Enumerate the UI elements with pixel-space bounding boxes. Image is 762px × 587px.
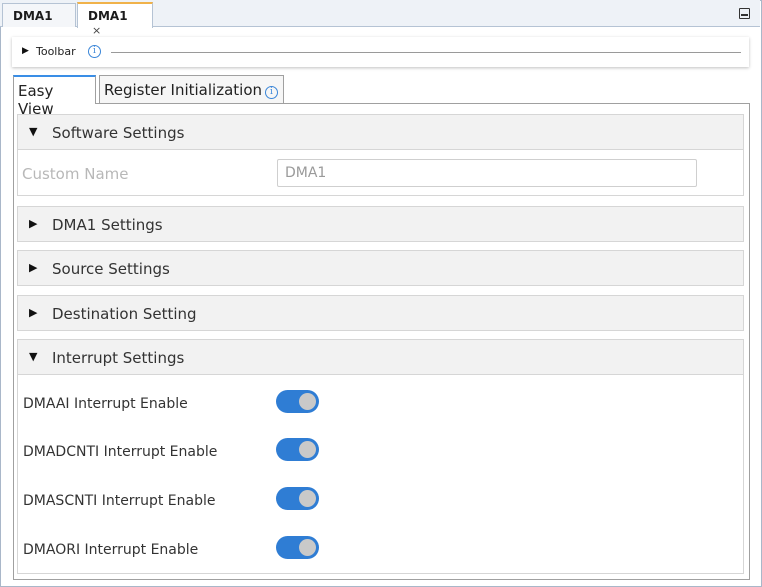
section-dma1-settings[interactable]: ▶ DMA1 Settings bbox=[17, 206, 744, 242]
chevron-right-icon: ▶ bbox=[29, 306, 38, 319]
dmaai-interrupt-toggle[interactable] bbox=[276, 390, 319, 413]
toolbar-label[interactable]: Toolbar bbox=[36, 45, 76, 58]
info-icon[interactable]: i bbox=[265, 86, 278, 99]
tab-label: Register Initialization bbox=[104, 81, 262, 99]
doc-tab-label: DMA1 bbox=[88, 9, 128, 23]
document-tab-bar: DMA1 DMA1 × bbox=[0, 0, 760, 37]
minimize-icon[interactable] bbox=[739, 8, 750, 19]
doc-tab-dma1-active[interactable]: DMA1 × bbox=[77, 2, 153, 37]
section-software-settings[interactable]: ▼ Software Settings bbox=[17, 114, 744, 150]
section-interrupt-settings[interactable]: ▼ Interrupt Settings bbox=[17, 339, 744, 375]
info-icon[interactable]: i bbox=[88, 45, 101, 58]
dmaori-interrupt-toggle[interactable] bbox=[276, 536, 319, 559]
custom-name-input[interactable]: DMA1 bbox=[277, 159, 697, 187]
dmadcnti-interrupt-toggle[interactable] bbox=[276, 438, 319, 461]
tab-easy-view[interactable]: Easy View bbox=[13, 75, 96, 118]
custom-name-label: Custom Name bbox=[22, 165, 129, 183]
chevron-down-icon: ▼ bbox=[29, 350, 38, 363]
dmaai-interrupt-label: DMAAI Interrupt Enable bbox=[23, 396, 188, 412]
toggle-knob bbox=[299, 539, 316, 556]
toolbar: ▶ Toolbar i bbox=[12, 37, 749, 67]
section-title: Software Settings bbox=[52, 124, 185, 142]
expand-toolbar-icon[interactable]: ▶ bbox=[22, 46, 29, 56]
dmascnti-interrupt-label: DMASCNTI Interrupt Enable bbox=[23, 493, 216, 509]
dmadcnti-interrupt-label: DMADCNTI Interrupt Enable bbox=[23, 444, 218, 460]
dmaori-interrupt-label: DMAORI Interrupt Enable bbox=[23, 542, 199, 558]
section-title: Interrupt Settings bbox=[52, 349, 185, 367]
chevron-right-icon: ▶ bbox=[29, 261, 38, 274]
toggle-knob bbox=[299, 441, 316, 458]
close-icon[interactable]: × bbox=[92, 24, 101, 37]
toggle-knob bbox=[299, 490, 316, 507]
chevron-right-icon: ▶ bbox=[29, 217, 38, 230]
tab-register-initialization[interactable]: Register Initialization i bbox=[99, 75, 284, 104]
section-title: DMA1 Settings bbox=[52, 216, 163, 234]
chevron-down-icon: ▼ bbox=[29, 125, 38, 138]
dmascnti-interrupt-toggle[interactable] bbox=[276, 487, 319, 510]
doc-tab-dma1[interactable]: DMA1 bbox=[2, 3, 76, 27]
section-destination-setting[interactable]: ▶ Destination Setting bbox=[17, 295, 744, 331]
section-title: Destination Setting bbox=[52, 305, 197, 323]
toggle-knob bbox=[299, 393, 316, 410]
toolbar-divider bbox=[111, 52, 741, 53]
section-source-settings[interactable]: ▶ Source Settings bbox=[17, 250, 744, 286]
tab-label: Easy View bbox=[18, 82, 54, 118]
doc-tab-label: DMA1 bbox=[13, 9, 53, 23]
section-title: Source Settings bbox=[52, 260, 170, 278]
